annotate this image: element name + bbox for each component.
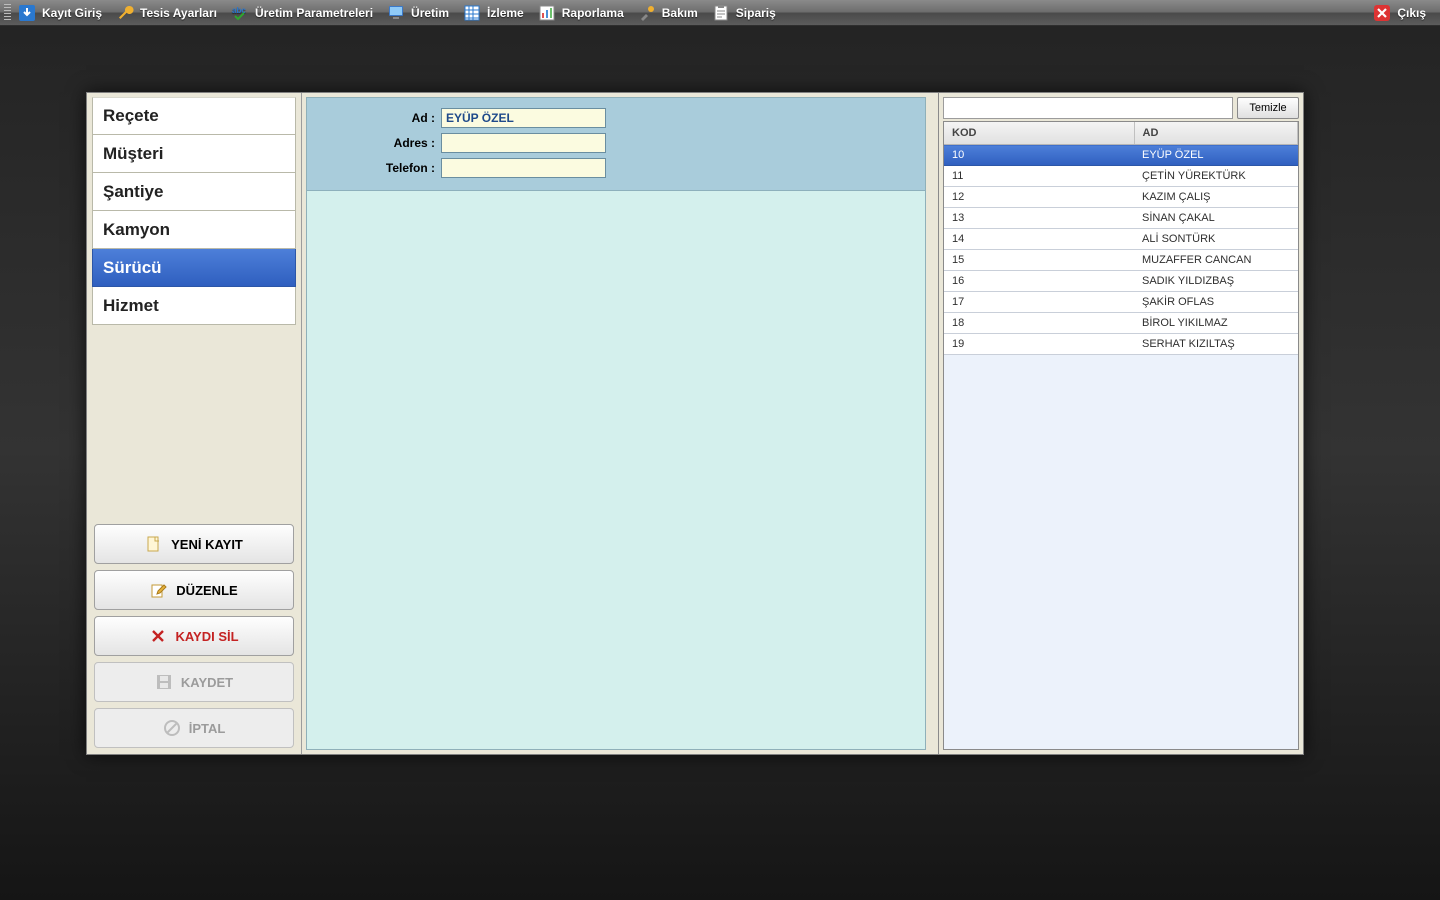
ad-field[interactable]: [441, 108, 606, 128]
toolbar-item-label: Çıkış: [1397, 6, 1426, 20]
toolbar-item-uretim-parametreleri[interactable]: abc Üretim Parametreleri: [227, 2, 383, 24]
cell-kod: 19: [944, 334, 1134, 355]
clipboard-icon: [712, 4, 730, 22]
cell-kod: 17: [944, 292, 1134, 313]
field-label-ad: Ad :: [321, 111, 441, 125]
field-label-telefon: Telefon :: [321, 161, 441, 175]
toolbar-item-label: Sipariş: [736, 6, 776, 20]
field-label-adres: Adres :: [321, 136, 441, 150]
table-row[interactable]: 12KAZIM ÇALIŞ: [944, 187, 1298, 208]
toolbar-item-label: Raporlama: [562, 6, 624, 20]
toolbar-exit-button[interactable]: Çıkış: [1369, 2, 1436, 24]
tools-icon: [638, 4, 656, 22]
cell-ad: ALİ SONTÜRK: [1134, 229, 1298, 250]
new-record-button[interactable]: YENİ KAYIT: [94, 524, 294, 564]
new-record-label: YENİ KAYIT: [171, 537, 243, 552]
telefon-field[interactable]: [441, 158, 606, 178]
nav-item-musteri[interactable]: Müşteri: [92, 135, 296, 173]
floppy-icon: [155, 673, 173, 691]
cell-ad: ÇETİN YÜREKTÜRK: [1134, 166, 1298, 187]
wrench-icon: [116, 4, 134, 22]
form-header: Ad : Adres : Telefon :: [307, 98, 925, 191]
records-window: ReçeteMüşteriŞantiyeKamyonSürücüHizmet Y…: [86, 92, 1304, 755]
nav-item-recete[interactable]: Reçete: [92, 97, 296, 135]
table-row[interactable]: 11ÇETİN YÜREKTÜRK: [944, 166, 1298, 187]
cell-ad: EYÜP ÖZEL: [1134, 145, 1298, 166]
cell-ad: KAZIM ÇALIŞ: [1134, 187, 1298, 208]
bar-chart-icon: [538, 4, 556, 22]
cell-kod: 14: [944, 229, 1134, 250]
toolbar-item-tesis-ayarlari[interactable]: Tesis Ayarları: [112, 2, 227, 24]
table-row[interactable]: 16SADIK YILDIZBAŞ: [944, 271, 1298, 292]
monitor-icon: [387, 4, 405, 22]
cell-kod: 18: [944, 313, 1134, 334]
cell-ad: SADIK YILDIZBAŞ: [1134, 271, 1298, 292]
cell-ad: BİROL YIKILMAZ: [1134, 313, 1298, 334]
table-row[interactable]: 13SİNAN ÇAKAL: [944, 208, 1298, 229]
table-row[interactable]: 14ALİ SONTÜRK: [944, 229, 1298, 250]
delete-x-icon: [149, 627, 167, 645]
table-row[interactable]: 19SERHAT KIZILTAŞ: [944, 334, 1298, 355]
cancel-record-label: İPTAL: [189, 721, 226, 736]
category-nav: ReçeteMüşteriŞantiyeKamyonSürücüHizmet Y…: [87, 93, 302, 754]
nav-item-santiye[interactable]: Şantiye: [92, 173, 296, 211]
no-entry-icon: [163, 719, 181, 737]
toolbar-item-label: Bakım: [662, 6, 698, 20]
table-row[interactable]: 10EYÜP ÖZEL: [944, 145, 1298, 166]
close-x-icon: [1373, 4, 1391, 22]
delete-record-label: KAYDI SİL: [175, 629, 238, 644]
form-body-empty: [307, 191, 925, 749]
toolbar-item-label: Tesis Ayarları: [140, 6, 217, 20]
cancel-record-button: İPTAL: [94, 708, 294, 748]
table-row[interactable]: 18BİROL YIKILMAZ: [944, 313, 1298, 334]
records-list-panel: Temizle KOD AD 10EYÜP ÖZEL11ÇETİN YÜREKT…: [938, 93, 1303, 754]
toolbar-item-label: Üretim: [411, 6, 449, 20]
toolbar-item-izleme[interactable]: İzleme: [459, 2, 534, 24]
delete-record-button[interactable]: KAYDI SİL: [94, 616, 294, 656]
nav-item-surucu[interactable]: Sürücü: [92, 249, 296, 287]
cell-kod: 11: [944, 166, 1134, 187]
toolbar-item-uretim[interactable]: Üretim: [383, 2, 459, 24]
abc-check-icon: abc: [231, 4, 249, 22]
search-input[interactable]: [943, 97, 1233, 119]
cell-kod: 15: [944, 250, 1134, 271]
main-toolbar: Kayıt Giriş Tesis Ayarları abc Üretim Pa…: [0, 0, 1440, 26]
save-record-button: KAYDET: [94, 662, 294, 702]
cell-ad: MUZAFFER CANCAN: [1134, 250, 1298, 271]
toolbar-item-label: Kayıt Giriş: [42, 6, 102, 20]
records-grid[interactable]: KOD AD 10EYÜP ÖZEL11ÇETİN YÜREKTÜRK12KAZ…: [943, 121, 1299, 750]
nav-item-hizmet[interactable]: Hizmet: [92, 287, 296, 325]
new-document-icon: [145, 535, 163, 553]
cell-ad: SERHAT KIZILTAŞ: [1134, 334, 1298, 355]
toolbar-item-raporlama[interactable]: Raporlama: [534, 2, 634, 24]
spreadsheet-icon: [463, 4, 481, 22]
arrow-down-box-icon: [18, 4, 36, 22]
toolbar-item-label: Üretim Parametreleri: [255, 6, 373, 20]
grid-col-ad[interactable]: AD: [1134, 122, 1298, 145]
pencil-doc-icon: [150, 581, 168, 599]
edit-record-label: DÜZENLE: [176, 583, 237, 598]
form-panel: Ad : Adres : Telefon :: [302, 93, 938, 754]
grid-col-kod[interactable]: KOD: [944, 122, 1134, 145]
cell-kod: 16: [944, 271, 1134, 292]
toolbar-item-kayit-giris[interactable]: Kayıt Giriş: [14, 2, 112, 24]
toolbar-item-siparis[interactable]: Sipariş: [708, 2, 786, 24]
adres-field[interactable]: [441, 133, 606, 153]
edit-record-button[interactable]: DÜZENLE: [94, 570, 294, 610]
cell-kod: 13: [944, 208, 1134, 229]
toolbar-grip: [4, 4, 11, 22]
cell-ad: ŞAKİR OFLAS: [1134, 292, 1298, 313]
form-container: Ad : Adres : Telefon :: [306, 97, 926, 750]
table-row[interactable]: 15MUZAFFER CANCAN: [944, 250, 1298, 271]
toolbar-item-bakim[interactable]: Bakım: [634, 2, 708, 24]
cell-ad: SİNAN ÇAKAL: [1134, 208, 1298, 229]
nav-item-kamyon[interactable]: Kamyon: [92, 211, 296, 249]
table-row[interactable]: 17ŞAKİR OFLAS: [944, 292, 1298, 313]
clear-search-button[interactable]: Temizle: [1237, 97, 1299, 119]
save-record-label: KAYDET: [181, 675, 233, 690]
cell-kod: 10: [944, 145, 1134, 166]
grid-header-row: KOD AD: [944, 122, 1298, 145]
toolbar-item-label: İzleme: [487, 6, 524, 20]
cell-kod: 12: [944, 187, 1134, 208]
